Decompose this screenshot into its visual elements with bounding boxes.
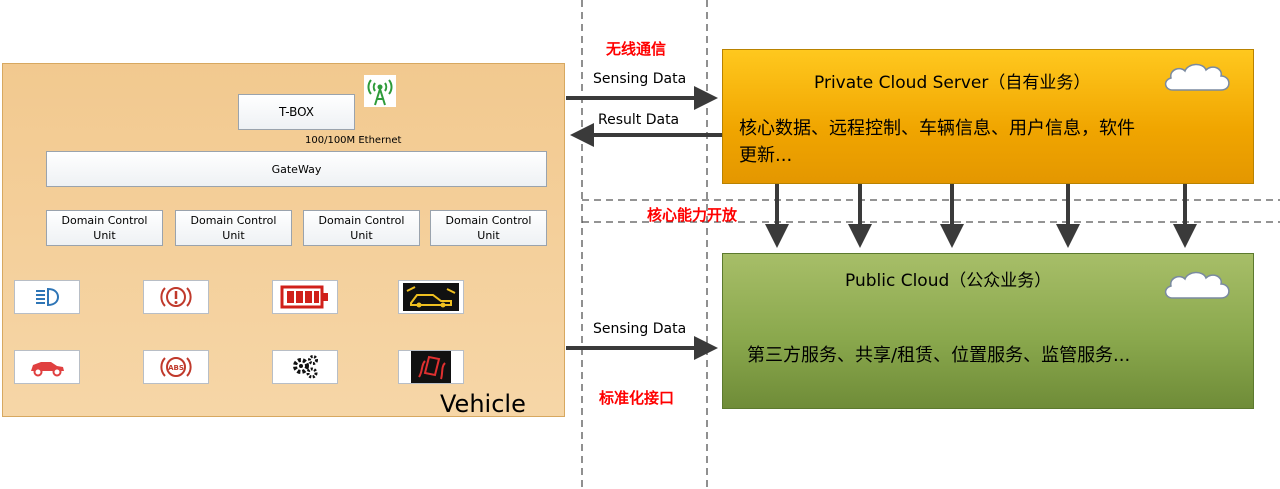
core-capability-arrows [765, 184, 1197, 248]
diagram-arrows [566, 86, 1197, 360]
